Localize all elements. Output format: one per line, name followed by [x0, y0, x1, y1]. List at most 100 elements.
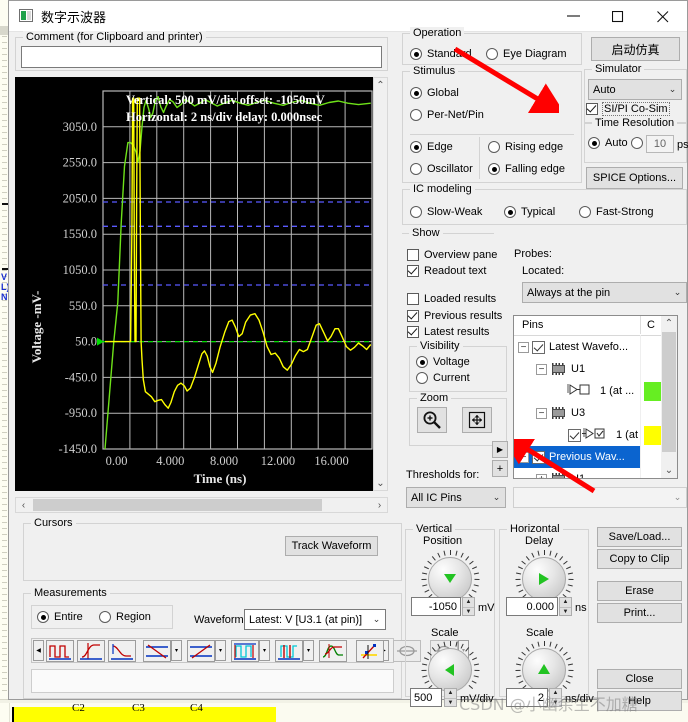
zoom-fit-button[interactable]	[462, 407, 492, 433]
copy-to-clip-button[interactable]: Copy to Clip	[597, 549, 682, 569]
add-pin-button[interactable]: +	[492, 460, 508, 477]
radio-edge[interactable]: Edge	[410, 141, 453, 153]
table-row[interactable]: − Latest Wavefo...	[514, 336, 640, 358]
waveform-hscrollbar[interactable]: ‹ ›	[15, 497, 388, 513]
waveform-select-combo[interactable]: Latest: V [U3.1 (at pin)] ⌄	[244, 609, 386, 630]
overshoot-button[interactable]	[231, 640, 259, 662]
undershoot-dropdown[interactable]: ▾	[303, 640, 314, 661]
radio-current[interactable]: Current	[416, 372, 470, 384]
vertical-scale-input[interactable]: 500	[410, 688, 442, 707]
toolbar-scroll-left-button[interactable]: ◀	[33, 640, 44, 661]
simulator-combo[interactable]: Auto ⌄	[588, 79, 682, 100]
check-overview-pane[interactable]: Overview pane	[407, 249, 497, 261]
zoom-in-button[interactable]	[417, 407, 447, 433]
radio-voltage[interactable]: Voltage	[416, 356, 470, 368]
radio-time-auto[interactable]: Auto	[588, 137, 628, 149]
table-row[interactable]: − U1	[514, 358, 640, 380]
waveform-scroll-down-button[interactable]: ⌄	[374, 476, 387, 490]
spice-options-button[interactable]: SPICE Options...	[586, 167, 683, 189]
vertical-scale-spin-up[interactable]: ▲	[445, 689, 456, 699]
vertical-position-knob[interactable]	[428, 557, 472, 601]
vertical-position-input[interactable]: -1050	[411, 597, 461, 616]
waveform-scroll-right-button[interactable]: ›	[372, 498, 387, 512]
check-readout-text[interactable]: Readout text	[407, 265, 486, 277]
maximize-button[interactable]	[597, 1, 642, 30]
radio-oscillator[interactable]: Oscillator	[410, 163, 473, 175]
radio-eye-diagram[interactable]: Eye Diagram	[486, 48, 567, 60]
check-previous-results[interactable]: Previous results	[407, 310, 502, 322]
check-si-pi-cosim[interactable]: SI/PI Co-Sim	[586, 102, 670, 116]
vertical-position-spinner[interactable]: ▲ ▼	[462, 597, 475, 616]
pins-tree-scroll-thumb[interactable]	[662, 332, 676, 452]
thresholds-combo[interactable]: All IC Pins ⌄	[406, 487, 506, 508]
waveform-scroll-up-button[interactable]: ⌃	[374, 78, 387, 92]
vertical-position-spin-down[interactable]: ▼	[463, 608, 474, 617]
pins-tree-scroll-up-button[interactable]: ⌃	[661, 316, 677, 331]
crosstalk-button[interactable]	[356, 640, 384, 662]
horizontal-delay-spinner[interactable]: ▲ ▼	[559, 597, 572, 616]
tree-checkbox[interactable]	[532, 340, 545, 354]
horizontal-scale-knob[interactable]	[522, 648, 566, 692]
pins-tree-scroll-down-button[interactable]: ⌄	[661, 463, 677, 478]
radio-entire[interactable]: Entire	[37, 611, 83, 623]
tree-expander-icon[interactable]: +	[536, 473, 547, 478]
radio-fast-strong[interactable]: Fast-Strong	[579, 206, 653, 218]
pin-detail-combo[interactable]: ⌄	[513, 487, 687, 508]
tree-expander-icon[interactable]: −	[536, 363, 547, 375]
radio-rising-edge[interactable]: Rising edge	[488, 141, 563, 153]
tree-checkbox[interactable]	[532, 450, 545, 464]
pins-tree-scrollbar[interactable]: ⌃ ⌄	[661, 316, 677, 478]
table-row[interactable]: − U3	[514, 402, 640, 424]
table-row[interactable]: − Previous Wav...	[514, 446, 640, 468]
table-row[interactable]: 1 (at ...	[514, 380, 640, 402]
minimize-button[interactable]	[552, 1, 597, 30]
horizontal-delay-spin-up[interactable]: ▲	[560, 598, 571, 608]
waveform-vscrollbar[interactable]: ⌃ ⌄	[373, 77, 388, 491]
horizontal-delay-knob[interactable]	[522, 557, 566, 601]
radio-global[interactable]: Global	[410, 87, 459, 99]
waveform-display[interactable]: 3050.0 2550.0 2050.0 1550.0 1050.0 550.0 50.0 -…	[15, 77, 373, 491]
check-loaded-results[interactable]: Loaded results	[407, 293, 496, 305]
close-button[interactable]: Close	[597, 669, 682, 689]
radio-standard[interactable]: Standard	[410, 48, 472, 60]
time-resolution-input[interactable]: 10	[646, 135, 674, 153]
slope-b-button[interactable]	[187, 640, 215, 662]
pins-tree[interactable]: Pins C − Latest Wavefo... − U1 1 (at ... − U3 1…	[513, 315, 678, 479]
probes-located-combo[interactable]: Always at the pin ⌄	[522, 282, 687, 303]
radio-slow-weak[interactable]: Slow-Weak	[410, 206, 482, 218]
expand-panel-button[interactable]: ▶	[492, 441, 508, 458]
horizontal-delay-spin-down[interactable]: ▼	[560, 608, 571, 617]
rise-time-button[interactable]	[77, 640, 105, 662]
tree-expander-icon[interactable]: −	[518, 451, 529, 463]
horizontal-delay-input[interactable]: 0.000	[506, 597, 558, 616]
vertical-position-spin-up[interactable]: ▲	[463, 598, 474, 608]
slope-a-button[interactable]	[143, 640, 171, 662]
fall-time-button[interactable]	[108, 640, 136, 662]
close-window-button[interactable]	[642, 1, 687, 30]
tree-expander-icon[interactable]: −	[518, 341, 529, 353]
run-simulation-button[interactable]: 启动仿真	[591, 37, 680, 61]
radio-typical[interactable]: Typical	[504, 206, 555, 218]
radio-region[interactable]: Region	[99, 611, 151, 623]
save-load-button[interactable]: Save/Load...	[597, 527, 682, 547]
tree-expander-icon[interactable]: −	[536, 407, 547, 419]
table-row[interactable]: + U1	[514, 468, 640, 478]
table-row[interactable]: 1 (at ...	[514, 424, 640, 446]
overshoot-dropdown[interactable]: ▾	[259, 640, 270, 661]
erase-button[interactable]: Erase	[597, 581, 682, 601]
radio-per-net-pin[interactable]: Per-Net/Pin	[410, 109, 484, 121]
print-button[interactable]: Print...	[597, 603, 682, 623]
track-waveform-button[interactable]: Track Waveform	[285, 536, 378, 556]
noise-margin-button[interactable]	[319, 640, 347, 662]
tree-checkbox[interactable]	[568, 428, 581, 442]
vertical-scale-knob[interactable]	[428, 648, 472, 692]
waveform-scroll-thumb[interactable]	[33, 499, 322, 511]
check-latest-results[interactable]: Latest results	[407, 326, 489, 338]
waveform-scroll-left-button[interactable]: ‹	[16, 498, 31, 512]
radio-falling-edge[interactable]: Falling edge	[488, 163, 565, 175]
vertical-scale-spin-down[interactable]: ▼	[445, 699, 456, 708]
comment-input[interactable]	[21, 46, 382, 68]
pulse-measure-button[interactable]	[46, 640, 74, 662]
vertical-scale-spinner[interactable]: ▲ ▼	[444, 688, 457, 707]
slope-b-dropdown[interactable]: ▾	[215, 640, 226, 661]
